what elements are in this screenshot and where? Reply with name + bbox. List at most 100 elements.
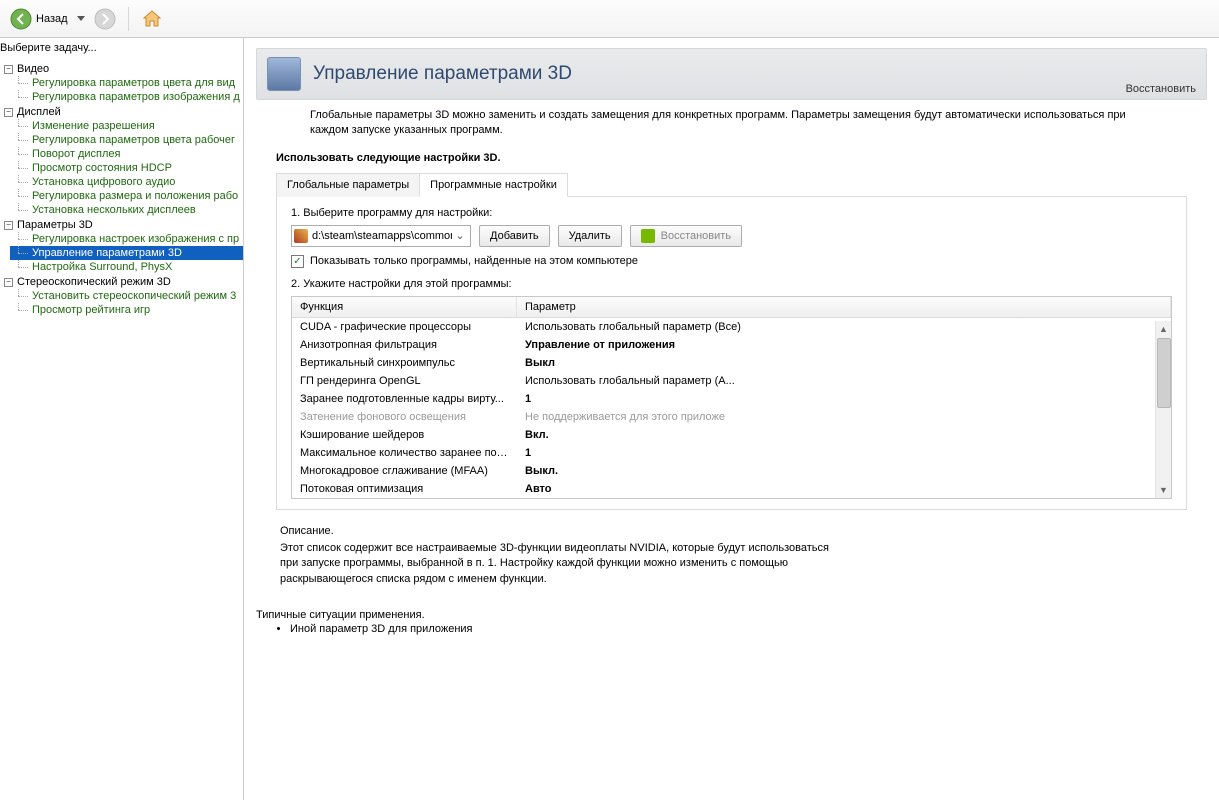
table-row[interactable]: CUDA - графические процессорыИспользоват… (292, 318, 1171, 336)
home-icon (141, 8, 163, 30)
toolbar: Назад (0, 0, 1219, 38)
tree-item[interactable]: Просмотр состояния HDCP (10, 161, 243, 175)
show-only-checkbox[interactable]: ✓ (291, 255, 304, 268)
scroll-thumb[interactable] (1157, 338, 1171, 408)
collapse-icon[interactable]: − (4, 221, 13, 230)
task-tree: −ВидеоРегулировка параметров цвета для в… (0, 60, 243, 317)
col-function[interactable]: Функция (292, 297, 517, 317)
back-button[interactable]: Назад (4, 5, 74, 33)
page-title: Управление параметрами 3D (313, 63, 572, 85)
table-row[interactable]: ГП рендеринга OpenGLИспользовать глобаль… (292, 372, 1171, 390)
setting-value[interactable]: Выкл. (517, 462, 1171, 480)
scroll-up-icon[interactable]: ▲ (1156, 321, 1172, 337)
intro-text: Глобальные параметры 3D можно заменить и… (310, 108, 1167, 138)
tree-group-header[interactable]: −Видео (4, 62, 243, 76)
home-button[interactable] (135, 5, 169, 33)
setting-value[interactable]: Управление от приложения (517, 336, 1171, 354)
setting-value[interactable]: Использовать глобальный параметр (А... (517, 372, 1171, 390)
tree-group-title: Дисплей (17, 106, 61, 118)
page-header: Управление параметрами 3D Восстановить (256, 48, 1207, 100)
chevron-down-icon[interactable]: ⌄ (452, 229, 468, 242)
typical-head: Типичные ситуации применения. (256, 609, 1183, 621)
tree-item[interactable]: Поворот дисплея (10, 147, 243, 161)
tree-item[interactable]: Регулировка настроек изображения с пр (10, 232, 243, 246)
setting-value[interactable]: 1 (517, 390, 1171, 408)
tree-group-header[interactable]: −Параметры 3D (4, 218, 243, 232)
typical-item: Иной параметр 3D для приложения (290, 623, 1183, 635)
description-head: Описание. (280, 524, 840, 539)
setting-value[interactable]: 1 (517, 444, 1171, 462)
col-parameter[interactable]: Параметр (517, 297, 1171, 317)
table-row[interactable]: Затенение фонового освещенияНе поддержив… (292, 408, 1171, 426)
tree-item[interactable]: Регулировка параметров изображения д (10, 90, 243, 104)
tree-item[interactable]: Регулировка параметров цвета рабочег (10, 133, 243, 147)
step2-label: 2. Укажите настройки для этой программы: (291, 278, 1172, 290)
show-only-label: Показывать только программы, найденные н… (310, 255, 638, 267)
back-dropdown[interactable] (76, 9, 86, 29)
header-restore-link[interactable]: Восстановить (1126, 83, 1196, 95)
table-row[interactable]: Анизотропная фильтрацияУправление от при… (292, 336, 1171, 354)
tree-item[interactable]: Установка нескольких дисплеев (10, 203, 243, 217)
setting-name: Кэширование шейдеров (292, 426, 517, 444)
setting-name: CUDA - графические процессоры (292, 318, 517, 336)
restore-button[interactable]: Восстановить (630, 225, 742, 247)
nvidia-icon (641, 229, 655, 243)
scrollbar[interactable]: ▲ ▼ (1155, 321, 1171, 498)
setting-value[interactable]: Выкл (517, 354, 1171, 372)
scroll-down-icon[interactable]: ▼ (1156, 482, 1172, 498)
setting-name: Максимальное количество заранее под... (292, 444, 517, 462)
forward-button[interactable] (88, 5, 122, 33)
delete-button[interactable]: Удалить (558, 225, 622, 247)
tree-group-title: Параметры 3D (17, 219, 93, 231)
table-row[interactable]: Потоковая оптимизацияАвто (292, 480, 1171, 498)
setting-name: Затенение фонового освещения (292, 408, 517, 426)
back-arrow-icon (10, 8, 32, 30)
tree-group-title: Видео (17, 63, 49, 75)
app-icon (294, 229, 308, 243)
setting-name: Заранее подготовленные кадры вирту... (292, 390, 517, 408)
setting-value[interactable]: Использовать глобальный параметр (Все) (517, 318, 1171, 336)
setting-name: Анизотропная фильтрация (292, 336, 517, 354)
tab[interactable]: Глобальные параметры (276, 173, 420, 197)
back-label: Назад (36, 13, 68, 25)
setting-name: Вертикальный синхроимпульс (292, 354, 517, 372)
main-content: Управление параметрами 3D Восстановить Г… (244, 38, 1219, 800)
collapse-icon[interactable]: − (4, 65, 13, 74)
tree-item[interactable]: Просмотр рейтинга игр (10, 303, 243, 317)
add-button[interactable]: Добавить (479, 225, 550, 247)
setting-name: ГП рендеринга OpenGL (292, 372, 517, 390)
table-row[interactable]: Заранее подготовленные кадры вирту...1 (292, 390, 1171, 408)
typical-usage: Типичные ситуации применения. Иной парам… (256, 609, 1183, 635)
tree-item[interactable]: Регулировка размера и положения рабо (10, 189, 243, 203)
setting-value[interactable]: Авто (517, 480, 1171, 498)
description: Описание. Этот список содержит все настр… (280, 524, 840, 588)
setting-value[interactable]: Вкл. (517, 426, 1171, 444)
table-row[interactable]: Кэширование шейдеровВкл. (292, 426, 1171, 444)
task-prompt: Выберите задачу... (0, 38, 243, 60)
table-row[interactable]: Многокадровое сглаживание (MFAA)Выкл. (292, 462, 1171, 480)
setting-name: Многокадровое сглаживание (MFAA) (292, 462, 517, 480)
restore-button-label: Восстановить (661, 230, 731, 242)
tree-item[interactable]: Регулировка параметров цвета для вид (10, 76, 243, 90)
table-row[interactable]: Максимальное количество заранее под...1 (292, 444, 1171, 462)
description-body: Этот список содержит все настраиваемые 3… (280, 541, 840, 587)
table-row[interactable]: Вертикальный синхроимпульсВыкл (292, 354, 1171, 372)
tree-item[interactable]: Изменение разрешения (10, 119, 243, 133)
tree-item[interactable]: Установка цифрового аудио (10, 175, 243, 189)
sidebar: Выберите задачу... −ВидеоРегулировка пар… (0, 38, 244, 800)
step1-label: 1. Выберите программу для настройки: (291, 207, 1172, 219)
setting-value[interactable]: Не поддерживается для этого приложе (517, 408, 1171, 426)
chevron-down-icon (77, 16, 85, 22)
tree-item[interactable]: Управление параметрами 3D (10, 246, 243, 260)
tree-group-header[interactable]: −Стереоскопический режим 3D (4, 275, 243, 289)
header-3d-icon (267, 57, 301, 91)
collapse-icon[interactable]: − (4, 108, 13, 117)
tree-item[interactable]: Установить стереоскопический режим 3 (10, 289, 243, 303)
tab[interactable]: Программные настройки (419, 173, 568, 197)
program-path-field[interactable] (312, 230, 452, 242)
program-select[interactable]: ⌄ (291, 225, 471, 247)
tree-group-header[interactable]: −Дисплей (4, 105, 243, 119)
tree-item[interactable]: Настройка Surround, PhysX (10, 260, 243, 274)
tree-group-title: Стереоскопический режим 3D (17, 276, 171, 288)
collapse-icon[interactable]: − (4, 278, 13, 287)
